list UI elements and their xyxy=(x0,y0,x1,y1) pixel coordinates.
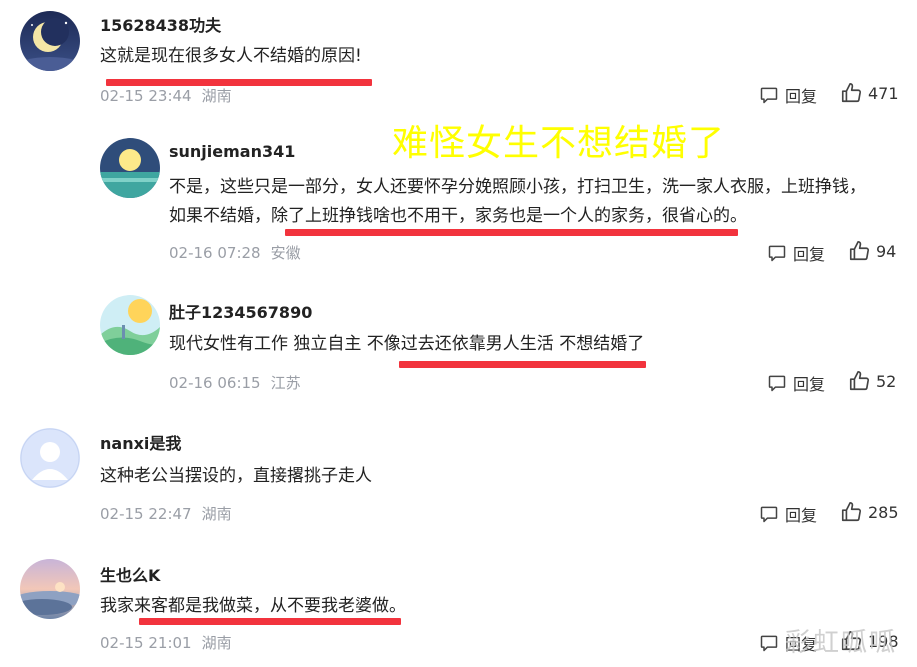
avatar-sun-sea[interactable] xyxy=(100,138,160,198)
comment-line: 现代女性有工作 独立自主 不像过去还依靠男人生活 不想结婚了 xyxy=(169,334,645,354)
overlay-caption: 难怪女生不想结婚了 xyxy=(392,123,726,164)
like-count: 52 xyxy=(876,371,897,391)
comment-location: 湖南 xyxy=(201,634,232,652)
username[interactable]: 15628438功夫 xyxy=(100,12,221,36)
comment-bubble-icon xyxy=(760,635,778,652)
thumbs-up-icon xyxy=(841,502,861,522)
comment-date: 02-16 07:28 xyxy=(169,244,261,262)
watermark: 彩虹呱呱 xyxy=(785,628,898,658)
username[interactable]: nanxi是我 xyxy=(100,430,181,454)
comment-line: 这就是现在很多女人不结婚的原因! xyxy=(100,46,362,66)
comment-meta: 02-15 22:47 湖南 xyxy=(100,503,232,524)
red-underline xyxy=(139,618,401,625)
comment-date: 02-15 23:44 xyxy=(100,87,192,105)
comment-location: 湖南 xyxy=(201,505,232,523)
avatar-sun-field[interactable] xyxy=(100,295,160,355)
reply-label: 回复 xyxy=(785,87,818,106)
sunset-clouds-avatar-icon xyxy=(20,559,80,619)
comment-bubble-icon xyxy=(768,375,786,392)
comment-line: 这种老公当摆设的，直接撂挑子走人 xyxy=(100,466,372,486)
comment-text: 这就是现在很多女人不结婚的原因! xyxy=(100,42,362,71)
reply-button[interactable]: 回复 xyxy=(767,371,825,395)
like-button[interactable]: 471 xyxy=(840,82,899,104)
avatar-default[interactable] xyxy=(20,428,80,488)
reply-label: 回复 xyxy=(793,375,826,394)
comment-text: 现代女性有工作 独立自主 不像过去还依靠男人生活 不想结婚了 xyxy=(169,330,644,359)
username[interactable]: sunjieman341 xyxy=(169,142,295,161)
comment-date: 02-16 06:15 xyxy=(169,374,261,392)
comment-text: 不是，这些只是一部分，女人还要怀孕分娩照顾小孩，打扫卫生，洗一家人衣服，上班挣钱… xyxy=(169,173,866,231)
comment-text: 我家来客都是我做菜，从不要我老婆做。 xyxy=(100,592,406,621)
username[interactable]: 肚子1234567890 xyxy=(169,299,312,323)
sun-field-avatar-icon xyxy=(100,295,160,355)
comment-location: 湖南 xyxy=(201,87,232,105)
reply-button[interactable]: 回复 xyxy=(759,502,817,526)
username[interactable]: 生也么K xyxy=(100,562,160,586)
comment-text: 这种老公当摆设的，直接撂挑子走人 xyxy=(100,462,372,491)
like-button[interactable]: 94 xyxy=(848,240,896,262)
comment-date: 02-15 22:47 xyxy=(100,505,192,523)
thumbs-up-icon xyxy=(849,371,869,391)
sun-sea-avatar-icon xyxy=(100,138,160,198)
comment-meta: 02-15 21:01 湖南 xyxy=(100,632,232,653)
comment-date: 02-15 21:01 xyxy=(100,634,192,652)
reply-label: 回复 xyxy=(793,245,826,264)
like-count: 94 xyxy=(876,241,897,261)
comment-bubble-icon xyxy=(760,506,778,523)
like-button[interactable]: 285 xyxy=(840,501,899,523)
reply-label: 回复 xyxy=(785,506,818,525)
comment-meta: 02-16 07:28 安徽 xyxy=(169,242,301,263)
avatar-moon-night[interactable] xyxy=(20,11,80,71)
reply-button[interactable]: 回复 xyxy=(759,83,817,107)
thumbs-up-icon xyxy=(849,241,869,261)
red-underline xyxy=(285,229,738,236)
comment-location: 江苏 xyxy=(270,374,301,392)
like-count: 471 xyxy=(868,83,899,103)
moon-avatar-icon xyxy=(20,11,80,71)
thumbs-up-icon xyxy=(841,83,861,103)
comment-bubble-icon xyxy=(768,245,786,262)
default-user-icon xyxy=(20,428,80,488)
comment-bubble-icon xyxy=(760,87,778,104)
comment-location: 安徽 xyxy=(270,244,301,262)
comment-meta: 02-15 23:44 湖南 xyxy=(100,85,232,106)
comment-line: 不是，这些只是一部分，女人还要怀孕分娩照顾小孩，打扫卫生，洗一家人衣服，上班挣钱… xyxy=(169,177,866,197)
like-button[interactable]: 52 xyxy=(848,370,896,392)
red-underline xyxy=(399,361,646,368)
like-count: 285 xyxy=(868,502,899,522)
reply-button[interactable]: 回复 xyxy=(767,241,825,265)
comment-line: 我家来客都是我做菜，从不要我老婆做。 xyxy=(100,596,406,616)
avatar-sunset-clouds[interactable] xyxy=(20,559,80,619)
comment-meta: 02-16 06:15 江苏 xyxy=(169,372,301,393)
comment-line: 如果不结婚，除了上班挣钱啥也不用干，家务也是一个人的家务，很省心的。 xyxy=(169,206,747,226)
